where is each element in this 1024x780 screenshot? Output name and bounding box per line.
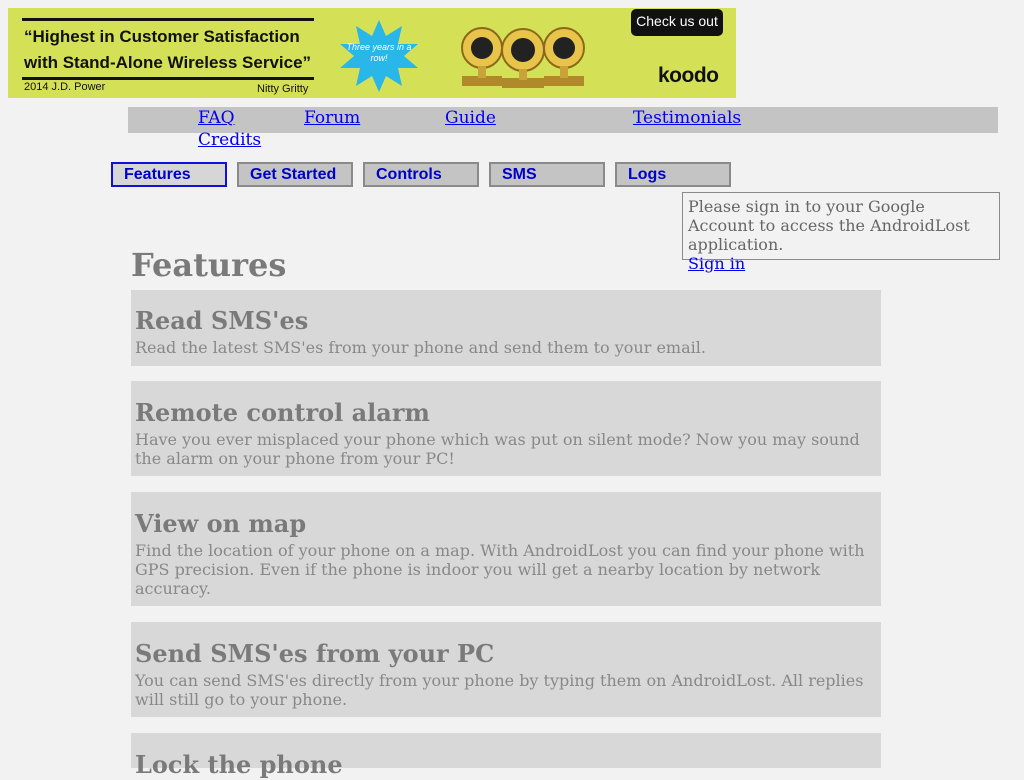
tab-logs[interactable]: Logs [615,162,731,187]
signin-notice: Please sign in to your Google Account to… [682,192,1000,273]
link-forum[interactable]: Forum [304,108,360,128]
link-faq[interactable]: FAQ [198,108,235,128]
sign-in-link[interactable]: Sign in [688,254,745,273]
feature-card-view-on-map: View on map Find the location of your ph… [131,492,881,606]
tab-label: Get Started [250,166,337,183]
feature-description: Have you ever misplaced your phone which… [135,430,860,468]
banner-source: 2014 J.D. Power [24,81,106,93]
feature-card-read-sms: Read SMS'es Read the latest SMS'es from … [131,290,881,366]
feature-title: Read SMS'es [135,306,309,335]
tab-get-started[interactable]: Get Started [237,162,353,187]
tab-sms[interactable]: SMS [489,162,605,187]
link-guide[interactable]: Guide [445,108,496,128]
banner-badge-text: Three years in a row! [346,42,412,63]
banner-rule-top [22,18,314,21]
feature-description: Find the location of your phone on a map… [135,541,865,598]
banner-headline-line2: with Stand-Alone Wireless Service” [24,53,312,72]
check-us-out-button[interactable]: Check us out [631,9,723,36]
feature-title: Remote control alarm [135,398,430,427]
tab-label: Features [124,166,191,183]
tab-label: Controls [376,166,442,183]
link-testimonials[interactable]: Testimonials [633,108,741,128]
feature-description: Read the latest SMS'es from your phone a… [135,338,706,357]
tab-label: SMS [502,166,537,183]
feature-card-lock-phone: Lock the phone [131,733,881,779]
page-title: Features [131,246,287,284]
feature-title: Send SMS'es from your PC [135,639,495,668]
tab-label: Logs [628,166,667,183]
link-credits[interactable]: Credits [198,130,261,150]
trophy-icon [461,27,585,88]
signin-message: Please sign in to your Google Account to… [688,197,970,254]
tab-features[interactable]: Features [111,162,227,187]
brand-logo: koodo [658,64,719,87]
banner-rule-bottom [22,77,314,80]
ad-banner[interactable]: “Highest in Customer Satisfaction with S… [8,8,736,98]
banner-headline-line1: “Highest in Customer Satisfaction [24,27,300,46]
feature-card-remote-alarm: Remote control alarm Have you ever mispl… [131,381,881,476]
feature-title: View on map [135,509,307,538]
feature-card-send-sms: Send SMS'es from your PC You can send SM… [131,622,881,717]
tab-controls[interactable]: Controls [363,162,479,187]
feature-title: Lock the phone [135,750,343,779]
feature-description: You can send SMS'es directly from your p… [135,671,864,709]
banner-tagline: Nitty Gritty [257,83,309,95]
